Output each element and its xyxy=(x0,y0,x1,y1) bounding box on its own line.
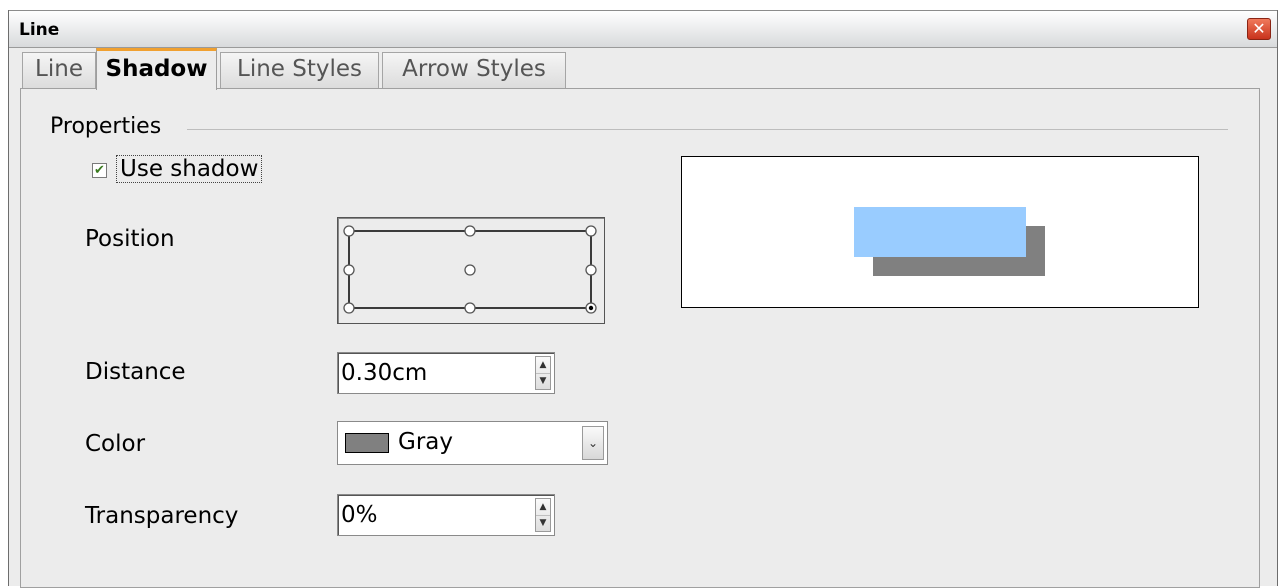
position-radio-top-center[interactable] xyxy=(464,225,476,237)
tab-label: Line xyxy=(35,56,83,82)
use-shadow-checkbox[interactable]: ✔ xyxy=(92,163,107,178)
color-swatch xyxy=(345,433,389,453)
tab-label: Shadow xyxy=(105,56,208,82)
transparency-label: Transparency xyxy=(85,503,239,529)
position-radio-middle-right[interactable] xyxy=(585,264,597,276)
tab-label: Line Styles xyxy=(237,56,362,82)
transparency-spinbox[interactable]: 0% ▲ ▼ xyxy=(337,494,555,536)
close-button[interactable]: ✕ xyxy=(1247,18,1271,40)
position-label: Position xyxy=(85,226,175,252)
tab-line[interactable]: Line xyxy=(22,52,96,88)
position-selector[interactable] xyxy=(337,217,605,324)
properties-group-label: Properties xyxy=(50,114,162,139)
position-radio-bottom-center[interactable] xyxy=(464,302,476,314)
transparency-spin-buttons: ▲ ▼ xyxy=(535,498,551,532)
color-value: Gray xyxy=(398,429,453,455)
position-radio-bottom-left[interactable] xyxy=(343,302,355,314)
tab-shadow[interactable]: Shadow xyxy=(96,48,217,90)
position-radio-top-right[interactable] xyxy=(585,225,597,237)
distance-spinbox[interactable]: 0.30cm ▲ ▼ xyxy=(337,352,555,394)
position-radio-middle-left[interactable] xyxy=(343,264,355,276)
spin-up-icon[interactable]: ▲ xyxy=(536,499,550,516)
close-icon: ✕ xyxy=(1252,19,1266,38)
tab-line-styles[interactable]: Line Styles xyxy=(220,52,379,88)
preview-object xyxy=(854,207,1026,257)
distance-label: Distance xyxy=(85,359,186,385)
position-grid-graphic xyxy=(343,225,597,314)
group-divider xyxy=(187,129,1228,130)
color-dropdown[interactable]: Gray ⌄ xyxy=(337,421,608,465)
distance-spin-buttons: ▲ ▼ xyxy=(535,356,551,390)
dialog-title: Line xyxy=(19,20,60,40)
position-radio-selected-dot xyxy=(588,305,594,311)
color-label: Color xyxy=(85,431,146,457)
position-radio-top-left[interactable] xyxy=(343,225,355,237)
transparency-value[interactable]: 0% xyxy=(341,502,378,528)
title-bar: Line ✕ xyxy=(9,10,1277,48)
tab-label: Arrow Styles xyxy=(402,56,546,82)
shadow-preview xyxy=(681,156,1199,308)
checkmark-icon: ✔ xyxy=(94,163,105,178)
spin-up-icon[interactable]: ▲ xyxy=(536,357,550,374)
position-radio-center[interactable] xyxy=(464,264,476,276)
spin-down-icon[interactable]: ▼ xyxy=(536,373,550,389)
use-shadow-label[interactable]: Use shadow xyxy=(116,155,263,183)
position-radios xyxy=(343,225,597,314)
chevron-down-icon[interactable]: ⌄ xyxy=(582,426,604,460)
distance-value[interactable]: 0.30cm xyxy=(341,360,427,386)
tab-arrow-styles[interactable]: Arrow Styles xyxy=(382,52,566,88)
spin-down-icon[interactable]: ▼ xyxy=(536,515,550,531)
